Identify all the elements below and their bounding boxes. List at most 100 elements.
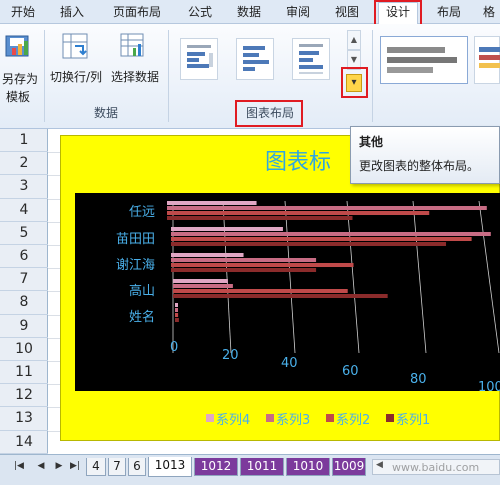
chart-style-option-2[interactable] [474, 36, 500, 84]
chart-style-option-1[interactable] [380, 36, 468, 84]
chart-title[interactable]: 图表标 [265, 144, 331, 176]
bar-系列3[interactable] [171, 232, 491, 236]
row-header[interactable]: 6 [0, 245, 48, 269]
row-header[interactable]: 9 [0, 315, 48, 338]
tab-data[interactable]: 数据 [232, 3, 266, 23]
chart-layout-option-3[interactable] [292, 38, 330, 80]
legend-swatch [206, 414, 214, 422]
bar-系列4[interactable] [167, 201, 257, 205]
ribbon-separator [44, 30, 45, 122]
tab-home[interactable]: 开始 [6, 3, 40, 23]
prev-sheet-button[interactable]: ◀ [36, 461, 46, 473]
legend-label: 系列3 [276, 413, 311, 428]
ribbon-separator [372, 30, 373, 122]
bar-系列4[interactable] [171, 227, 283, 231]
bar-系列1[interactable] [171, 268, 317, 272]
chart-style-thumbnail-icon [479, 47, 500, 68]
bar-系列2[interactable] [171, 237, 472, 241]
bar-系列3[interactable] [171, 258, 317, 262]
bar-系列3[interactable] [167, 206, 487, 210]
category-label: 姓名 [128, 310, 155, 325]
bar-系列3[interactable] [175, 308, 178, 312]
row-header[interactable]: 1 [0, 129, 48, 153]
save-as-template-button[interactable]: 另存为 模板 [0, 28, 42, 104]
layout-thumbnail-icon [243, 46, 269, 71]
bar-系列2[interactable] [175, 313, 179, 317]
grid-line [346, 200, 360, 354]
row-headers: 1 2 3 4 5 6 7 8 9 10 11 12 13 14 [0, 129, 48, 454]
last-sheet-button[interactable]: ▶| [70, 461, 80, 473]
sheet-tab[interactable]: 1010 [286, 458, 330, 476]
next-sheet-button[interactable]: ▶ [54, 461, 64, 473]
chart-layout-option-2[interactable] [236, 38, 274, 80]
more-layouts-tooltip: 其他 更改图表的整体布局。 [350, 126, 500, 184]
row-header[interactable]: 2 [0, 152, 48, 176]
tab-formulas[interactable]: 公式 [183, 3, 217, 23]
bar-系列4[interactable] [175, 303, 178, 307]
tab-layout[interactable]: 布局 [432, 3, 466, 23]
bar-系列4[interactable] [173, 279, 228, 283]
gallery-scroll-up-button[interactable]: ▲ [347, 30, 361, 50]
bar-系列4[interactable] [171, 253, 244, 257]
bar-系列2[interactable] [167, 211, 430, 215]
sheet-tab[interactable]: 1009 [332, 458, 366, 476]
row-header[interactable]: 7 [0, 268, 48, 292]
bar-系列2[interactable] [171, 263, 354, 267]
sheet-tab[interactable]: 1012 [194, 458, 238, 476]
x-tick-label: 80 [410, 372, 427, 387]
sheet-tab[interactable]: 6 [128, 458, 146, 476]
select-data-icon [120, 33, 144, 57]
row-header[interactable]: 12 [0, 384, 48, 408]
watermark: www.baidu.com [392, 461, 480, 474]
tab-page-layout[interactable]: 页面布局 [107, 3, 167, 23]
sheet-tab[interactable]: 7 [108, 458, 126, 476]
tab-review[interactable]: 审阅 [281, 3, 315, 23]
switch-row-column-icon [62, 33, 88, 59]
tab-format[interactable]: 格 [478, 3, 500, 23]
first-sheet-button[interactable]: |◀ [14, 461, 24, 473]
category-label: 任远 [128, 205, 155, 220]
row-header[interactable]: 11 [0, 361, 48, 385]
legend-label: 系列4 [216, 413, 251, 428]
sheet-tab[interactable]: 4 [86, 458, 106, 476]
save-as-template-label-2: 模板 [5, 90, 30, 104]
tooltip-body: 更改图表的整体布局。 [359, 159, 480, 173]
switch-row-column-button[interactable]: 切换行/列 [47, 28, 105, 88]
highlight-design-tab [374, 0, 422, 26]
row-header[interactable]: 14 [0, 431, 48, 454]
legend-label: 系列2 [336, 413, 371, 428]
tab-insert[interactable]: 插入 [55, 3, 89, 23]
tab-view[interactable]: 视图 [330, 3, 364, 23]
switch-row-column-label: 切换行/列 [49, 70, 103, 84]
sheet-tab-active[interactable]: 1013 [148, 457, 192, 477]
row-header[interactable]: 3 [0, 175, 48, 199]
sheet-tab[interactable]: 1011 [240, 458, 284, 476]
row-header[interactable]: 5 [0, 222, 48, 245]
x-tick-label: 20 [222, 348, 239, 363]
bar-系列1[interactable] [171, 242, 447, 246]
highlight-more-button [341, 67, 368, 98]
row-header[interactable]: 4 [0, 199, 48, 222]
bar-系列3[interactable] [173, 284, 233, 288]
chart-layout-option-1[interactable] [180, 38, 218, 80]
highlight-chart-layout-label [235, 100, 303, 127]
layout-thumbnail-icon [187, 45, 213, 68]
select-data-button[interactable]: 选择数据 [107, 28, 163, 88]
grid-line [284, 200, 296, 354]
row-header[interactable]: 13 [0, 407, 48, 431]
grid-line [478, 200, 500, 354]
scroll-left-icon: ◀ [376, 460, 383, 470]
bar-系列2[interactable] [173, 289, 348, 293]
category-label: 高山 [128, 284, 155, 299]
row-header[interactable]: 8 [0, 291, 48, 315]
chart-legend: 系列4 系列3 系列2 系列1 [200, 409, 500, 428]
data-group-label: 数据 [93, 106, 118, 120]
category-label: 谢江海 [115, 258, 155, 273]
bar-系列1[interactable] [173, 294, 388, 298]
x-tick-label: 60 [342, 364, 359, 379]
row-header[interactable]: 10 [0, 338, 48, 361]
save-as-template-label: 另存为 [1, 72, 38, 86]
bar-系列1[interactable] [167, 216, 353, 220]
x-tick-label: 40 [281, 356, 298, 371]
bar-系列1[interactable] [175, 318, 179, 322]
